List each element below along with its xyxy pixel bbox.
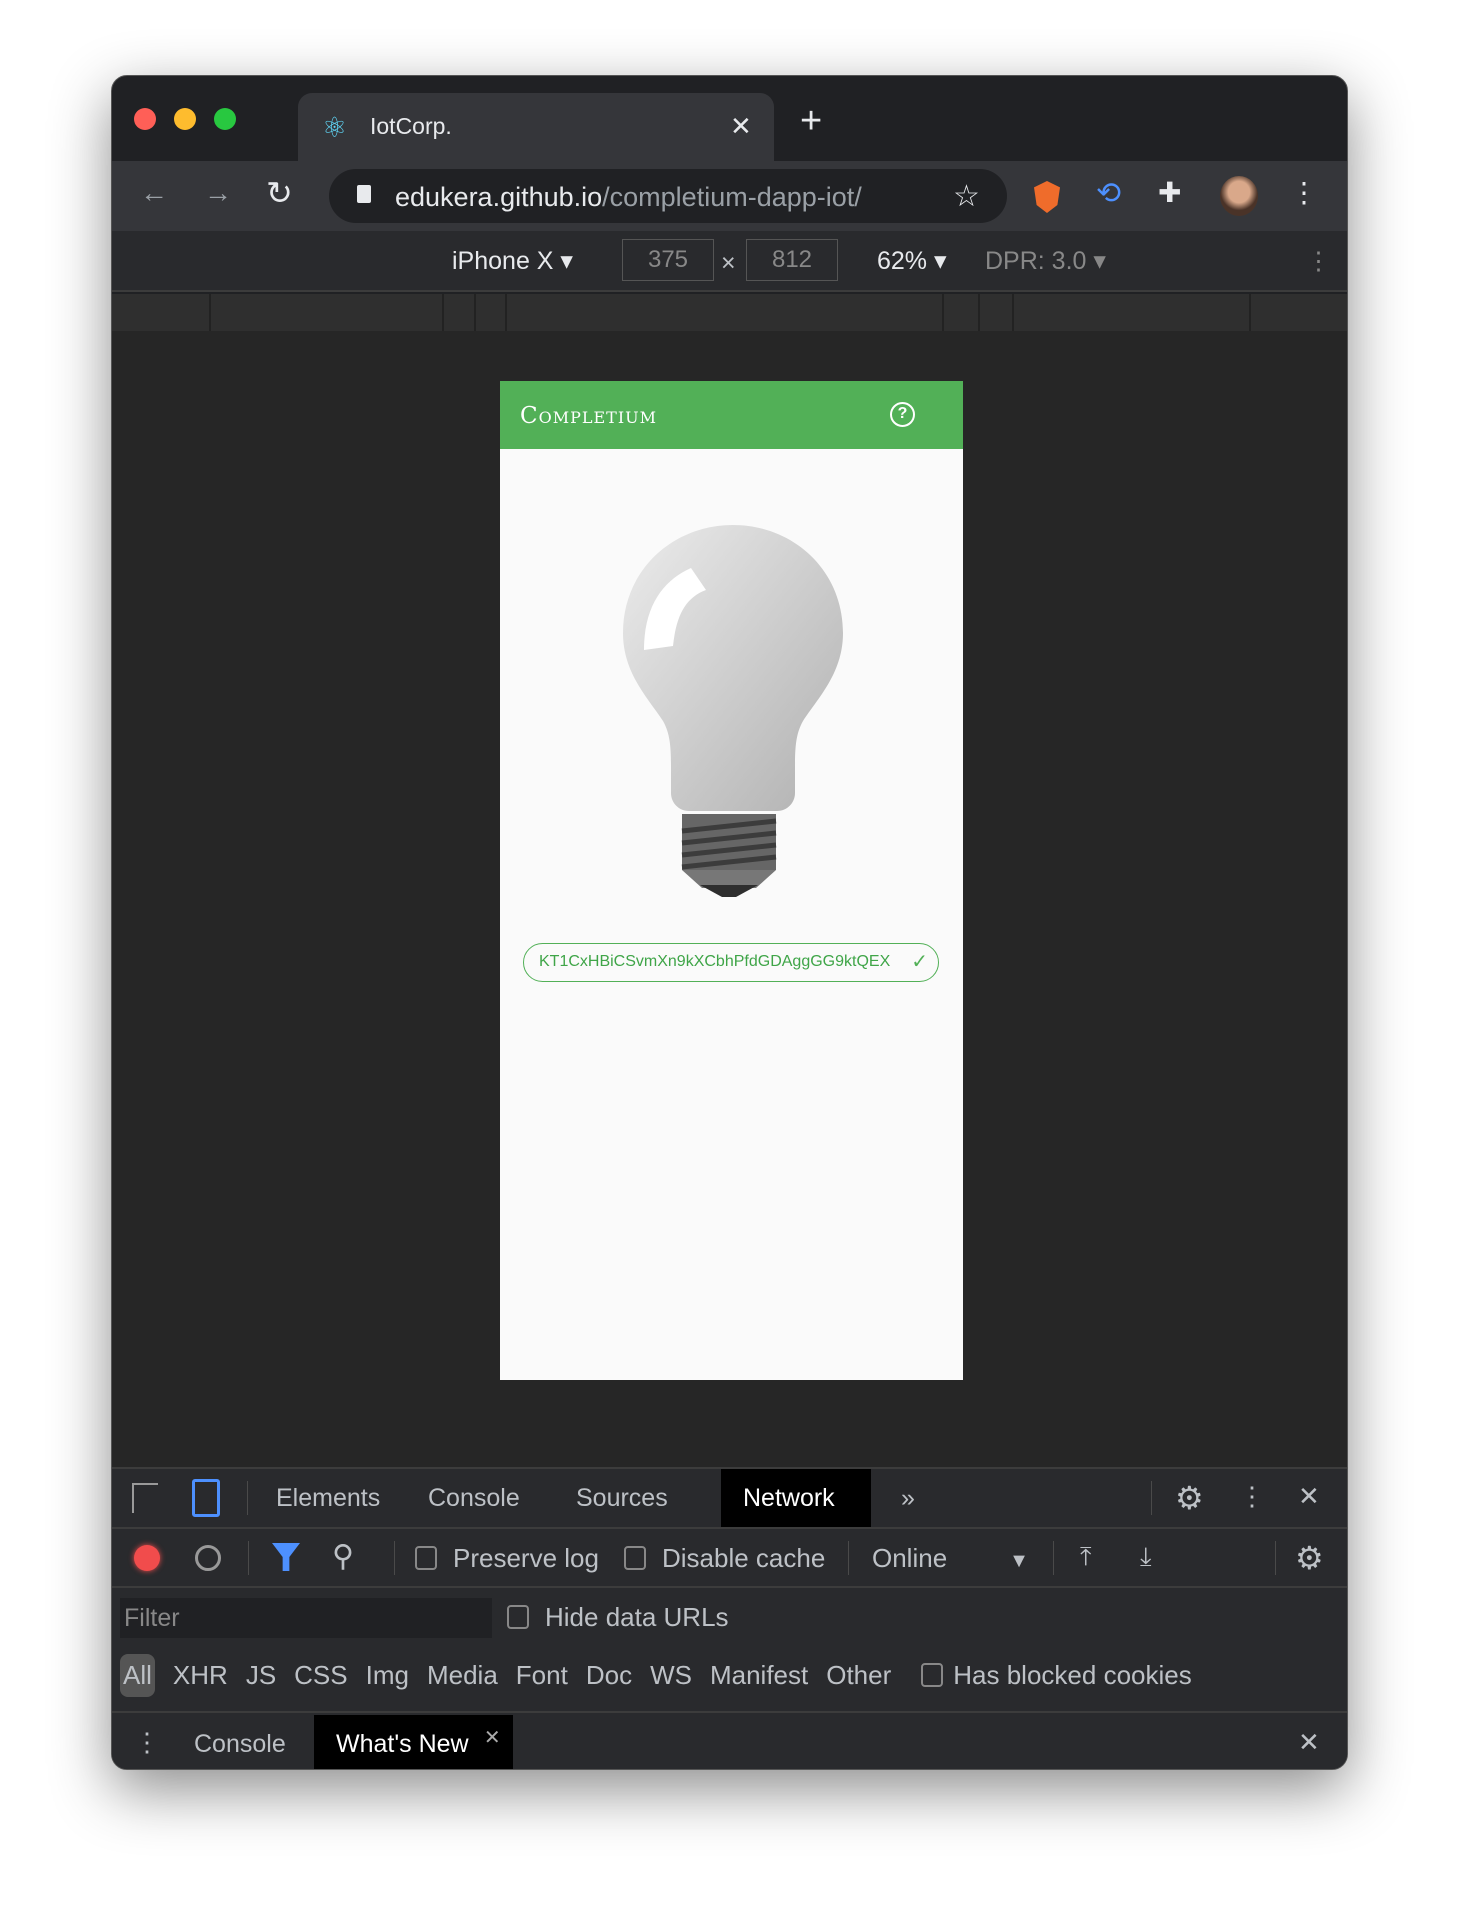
type-manifest[interactable]: Manifest — [710, 1660, 808, 1691]
filter-icon[interactable] — [272, 1543, 300, 1571]
back-icon[interactable]: ← — [140, 179, 168, 207]
contract-address-chip[interactable]: KT1CxHBiCSvmXn9kXCbhPfdGDAggGG9ktQEX ✓ — [523, 943, 939, 982]
hide-data-urls-checkbox[interactable] — [507, 1605, 529, 1629]
app-brand: Completium — [520, 403, 658, 429]
type-all[interactable]: All — [120, 1653, 155, 1697]
maximize-window-button[interactable] — [214, 108, 236, 130]
filter-bar: Filter Hide data URLs All XHR JS CSS Img… — [112, 1590, 1347, 1711]
profile-avatar[interactable] — [1220, 176, 1258, 216]
browser-tab[interactable]: ⚛ IotCorp. ✕ — [298, 93, 774, 161]
reload-icon[interactable]: ↻ — [266, 177, 293, 209]
type-img[interactable]: Img — [366, 1660, 409, 1691]
dpr-select[interactable]: DPR: 3.0 ▾ — [985, 246, 1106, 276]
bookmark-star-icon[interactable]: ☆ — [953, 179, 980, 214]
type-doc[interactable]: Doc — [586, 1660, 632, 1691]
close-drawer-icon[interactable]: ✕ — [1298, 1727, 1320, 1758]
close-window-button[interactable] — [134, 108, 156, 130]
throttling-select[interactable]: Online ▼ — [872, 1543, 1029, 1574]
type-css[interactable]: CSS — [294, 1660, 347, 1691]
new-tab-icon[interactable]: + — [800, 102, 822, 140]
devtools-panel: Elements Console Sources Network » ⚙ ⋮ ✕… — [112, 1467, 1347, 1769]
type-other[interactable]: Other — [826, 1660, 891, 1691]
record-button[interactable] — [134, 1545, 160, 1571]
address-bar[interactable]: edukera.github.io/completium-dapp-iot/ ☆ — [329, 169, 1007, 223]
settings-gear-icon[interactable]: ⚙ — [1175, 1479, 1204, 1517]
drawer-tabbar: ⋮ Console What's New ✕ ✕ — [112, 1711, 1347, 1769]
app-page: Completium ? KT1CxHBiCSvmXn9kXCbhPfdGDAg… — [500, 381, 963, 1380]
help-icon[interactable]: ? — [890, 402, 915, 427]
drawer-tab-whats-new[interactable]: What's New ✕ — [314, 1715, 513, 1769]
forward-icon[interactable]: → — [204, 179, 232, 207]
preserve-log-checkbox[interactable] — [415, 1546, 437, 1570]
drawer-tab-console[interactable]: Console — [172, 1715, 308, 1769]
hide-data-urls-label: Hide data URLs — [545, 1602, 729, 1632]
export-har-icon[interactable]: ⤓ — [1140, 1541, 1152, 1573]
devtools-menu-icon[interactable]: ⋮ — [1239, 1481, 1265, 1512]
extensions-puzzle-icon[interactable]: ✚ — [1158, 179, 1181, 207]
close-tab-icon[interactable]: ✕ — [730, 111, 752, 142]
tab-title: IotCorp. — [370, 113, 452, 139]
react-favicon-icon: ⚛ — [322, 112, 348, 143]
tab-network[interactable]: Network — [721, 1469, 871, 1527]
clear-icon[interactable] — [195, 1545, 221, 1571]
type-ws[interactable]: WS — [650, 1660, 692, 1691]
resource-type-filters: All XHR JS CSS Img Media Font Doc WS Man… — [120, 1652, 1192, 1698]
url-text: edukera.github.io/completium-dapp-iot/ — [395, 182, 862, 212]
media-query-ruler[interactable] — [112, 294, 1347, 331]
type-font[interactable]: Font — [516, 1660, 568, 1691]
tab-elements[interactable]: Elements — [254, 1469, 402, 1527]
device-toolbar-menu-icon[interactable]: ⋮ — [1306, 246, 1331, 276]
disable-cache-label: Disable cache — [662, 1543, 826, 1573]
more-tabs-icon[interactable]: » — [879, 1469, 937, 1527]
drawer-menu-icon[interactable]: ⋮ — [134, 1727, 160, 1758]
check-icon: ✓ — [911, 951, 928, 973]
device-viewport: Completium ? KT1CxHBiCSvmXn9kXCbhPfdGDAg… — [112, 331, 1347, 1467]
sync-extension-icon[interactable]: ⟲ — [1096, 179, 1121, 209]
lock-icon — [357, 185, 371, 203]
tab-console[interactable]: Console — [406, 1469, 542, 1527]
tab-sources[interactable]: Sources — [554, 1469, 690, 1527]
type-js[interactable]: JS — [246, 1660, 276, 1691]
app-bar: Completium ? — [500, 381, 963, 449]
filter-input[interactable]: Filter — [120, 1598, 492, 1638]
viewport-height-input[interactable]: 812 — [746, 239, 838, 281]
disable-cache-checkbox[interactable] — [624, 1546, 646, 1570]
import-har-icon[interactable]: ⤒ — [1080, 1541, 1092, 1573]
network-settings-icon[interactable]: ⚙ — [1295, 1539, 1324, 1577]
network-toolbar: ⚲ Preserve log Disable cache Online ▼ ⤒ ⤓… — [112, 1529, 1347, 1588]
viewport-width-input[interactable]: 375 — [622, 239, 714, 281]
contract-address: KT1CxHBiCSvmXn9kXCbhPfdGDAggGG9ktQEX — [539, 953, 891, 970]
browser-menu-icon[interactable]: ⋮ — [1290, 179, 1318, 207]
close-devtools-icon[interactable]: ✕ — [1298, 1481, 1320, 1512]
preserve-log-label: Preserve log — [453, 1543, 599, 1573]
device-toggle-icon[interactable] — [192, 1479, 220, 1517]
minimize-window-button[interactable] — [174, 108, 196, 130]
browser-toolbar: ← → ↻ edukera.github.io/completium-dapp-… — [112, 161, 1347, 231]
zoom-select[interactable]: 62% ▾ — [877, 246, 947, 276]
shield-extension-icon[interactable] — [1034, 181, 1060, 213]
dimension-separator: × — [721, 249, 736, 277]
type-xhr[interactable]: XHR — [173, 1660, 228, 1691]
inspect-element-icon[interactable] — [132, 1483, 158, 1513]
device-select[interactable]: iPhone X ▾ — [452, 246, 573, 276]
devtools-tabbar: Elements Console Sources Network » ⚙ ⋮ ✕ — [112, 1469, 1347, 1529]
light-bulb[interactable] — [618, 525, 848, 897]
search-icon[interactable]: ⚲ — [332, 1539, 354, 1574]
close-drawer-tab-icon[interactable]: ✕ — [484, 1709, 501, 1767]
has-blocked-cookies-label: Has blocked cookies — [953, 1659, 1192, 1690]
browser-window: ⚛ IotCorp. ✕ + ← → ↻ edukera.github.io/c… — [111, 75, 1348, 1770]
type-media[interactable]: Media — [427, 1660, 498, 1691]
has-blocked-cookies-checkbox[interactable] — [921, 1663, 944, 1687]
device-toolbar: iPhone X ▾ 375 × 812 62% ▾ DPR: 3.0 ▾ ⋮ — [112, 231, 1347, 292]
